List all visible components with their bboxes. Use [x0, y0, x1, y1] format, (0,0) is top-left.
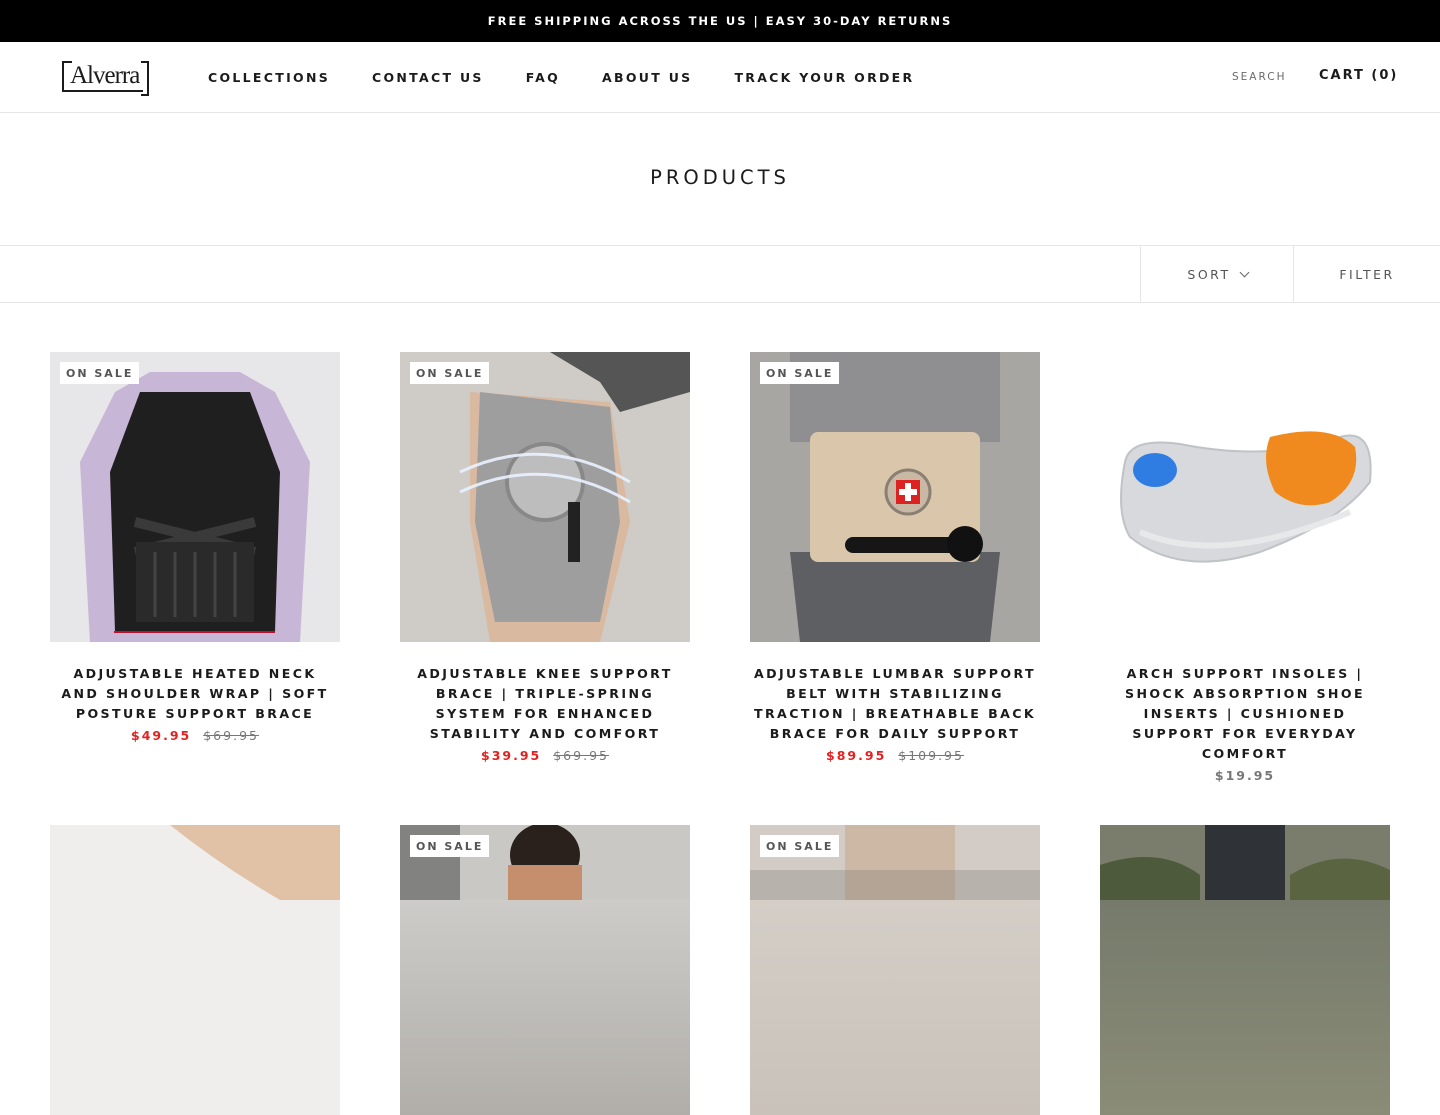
nav-collections[interactable]: COLLECTIONS	[208, 70, 330, 85]
product-price: $39.95 $69.95	[400, 748, 690, 763]
announcement-text: FREE SHIPPING ACROSS THE US | EASY 30-DA…	[487, 14, 953, 28]
on-sale-badge: ON SALE	[410, 362, 490, 384]
lumbar-belt-image	[750, 352, 1040, 642]
product-image[interactable]: ON SALE	[400, 825, 690, 1115]
search-link[interactable]: SEARCH	[1232, 71, 1286, 83]
nav-contact-us[interactable]: CONTACT US	[372, 70, 484, 85]
product-image[interactable]: ON SALE	[750, 352, 1040, 642]
sale-price: $39.95	[481, 748, 542, 763]
knee-brace-image	[400, 352, 690, 642]
cart-link[interactable]: CART (0)	[1319, 68, 1398, 83]
site-header: Alverra COLLECTIONS CONTACT US FAQ ABOUT…	[0, 42, 1440, 113]
product-card[interactable]	[50, 825, 340, 1115]
product-card[interactable]: ON SALE ADJUSTABLE HEATED NECK AND SHOUL…	[50, 352, 340, 743]
product-title[interactable]: ADJUSTABLE LUMBAR SUPPORT BELT WITH STAB…	[750, 664, 1040, 744]
filter-label: FILTER	[1339, 266, 1395, 282]
product-card[interactable]: ON SALE ADJUSTABLE KNEE SUPPORT BRACE | …	[400, 352, 690, 763]
product-image[interactable]	[1100, 825, 1390, 1115]
product-price: $89.95 $109.95	[750, 748, 1040, 763]
insoles-image	[1120, 431, 1372, 563]
nav-track-order[interactable]: TRACK YOUR ORDER	[734, 70, 914, 85]
chevron-down-icon	[1239, 267, 1250, 277]
compare-price: $109.95	[898, 748, 964, 763]
sale-price: $49.95	[131, 728, 192, 743]
product-image[interactable]: ON SALE	[400, 352, 690, 642]
product-photo	[1100, 825, 1390, 900]
product-card[interactable]: ARCH SUPPORT INSOLES | SHOCK ABSORPTION …	[1100, 352, 1390, 783]
product-card[interactable]	[1100, 825, 1390, 1115]
brand-logo[interactable]: Alverra	[62, 60, 150, 96]
product-card[interactable]: ON SALE ADJUSTABLE LUMBAR SUPPORT BELT W…	[750, 352, 1040, 763]
regular-price: $19.95	[1214, 768, 1276, 783]
collection-toolbar: SORT FILTER	[0, 245, 1440, 303]
sale-price: $89.95	[826, 748, 887, 763]
filter-button[interactable]: FILTER	[1293, 246, 1440, 302]
product-image[interactable]: ON SALE	[750, 825, 1040, 1115]
page-title: PRODUCTS	[650, 166, 790, 189]
on-sale-badge: ON SALE	[760, 835, 840, 857]
on-sale-badge: ON SALE	[60, 362, 140, 384]
compare-price: $69.95	[553, 748, 609, 763]
nav-about-us[interactable]: ABOUT US	[602, 70, 692, 85]
product-title[interactable]: ADJUSTABLE HEATED NECK AND SHOULDER WRAP…	[50, 664, 340, 724]
main-nav: COLLECTIONS CONTACT US FAQ ABOUT US TRAC…	[208, 42, 914, 112]
compare-price: $69.95	[203, 728, 259, 743]
product-price: $49.95 $69.95	[50, 728, 340, 743]
announcement-bar: FREE SHIPPING ACROSS THE US | EASY 30-DA…	[0, 0, 1440, 42]
product-image[interactable]	[50, 825, 340, 1115]
product-title[interactable]: ADJUSTABLE KNEE SUPPORT BRACE | TRIPLE-S…	[400, 664, 690, 744]
product-card[interactable]: ON SALE	[400, 825, 690, 1115]
posture-brace-image	[50, 352, 340, 642]
product-image[interactable]: ON SALE	[50, 352, 340, 642]
product-price: $19.95	[1100, 768, 1390, 783]
on-sale-badge: ON SALE	[760, 362, 840, 384]
logo-wordmark: Alverra	[62, 61, 150, 96]
product-image[interactable]	[1100, 352, 1390, 642]
nav-faq[interactable]: FAQ	[526, 70, 560, 85]
product-title[interactable]: ARCH SUPPORT INSOLES | SHOCK ABSORPTION …	[1100, 664, 1390, 764]
on-sale-badge: ON SALE	[410, 835, 490, 857]
sort-button[interactable]: SORT	[1140, 246, 1294, 302]
product-photo	[50, 825, 340, 900]
product-card[interactable]: ON SALE	[750, 825, 1040, 1115]
sort-label: SORT	[1187, 266, 1231, 282]
